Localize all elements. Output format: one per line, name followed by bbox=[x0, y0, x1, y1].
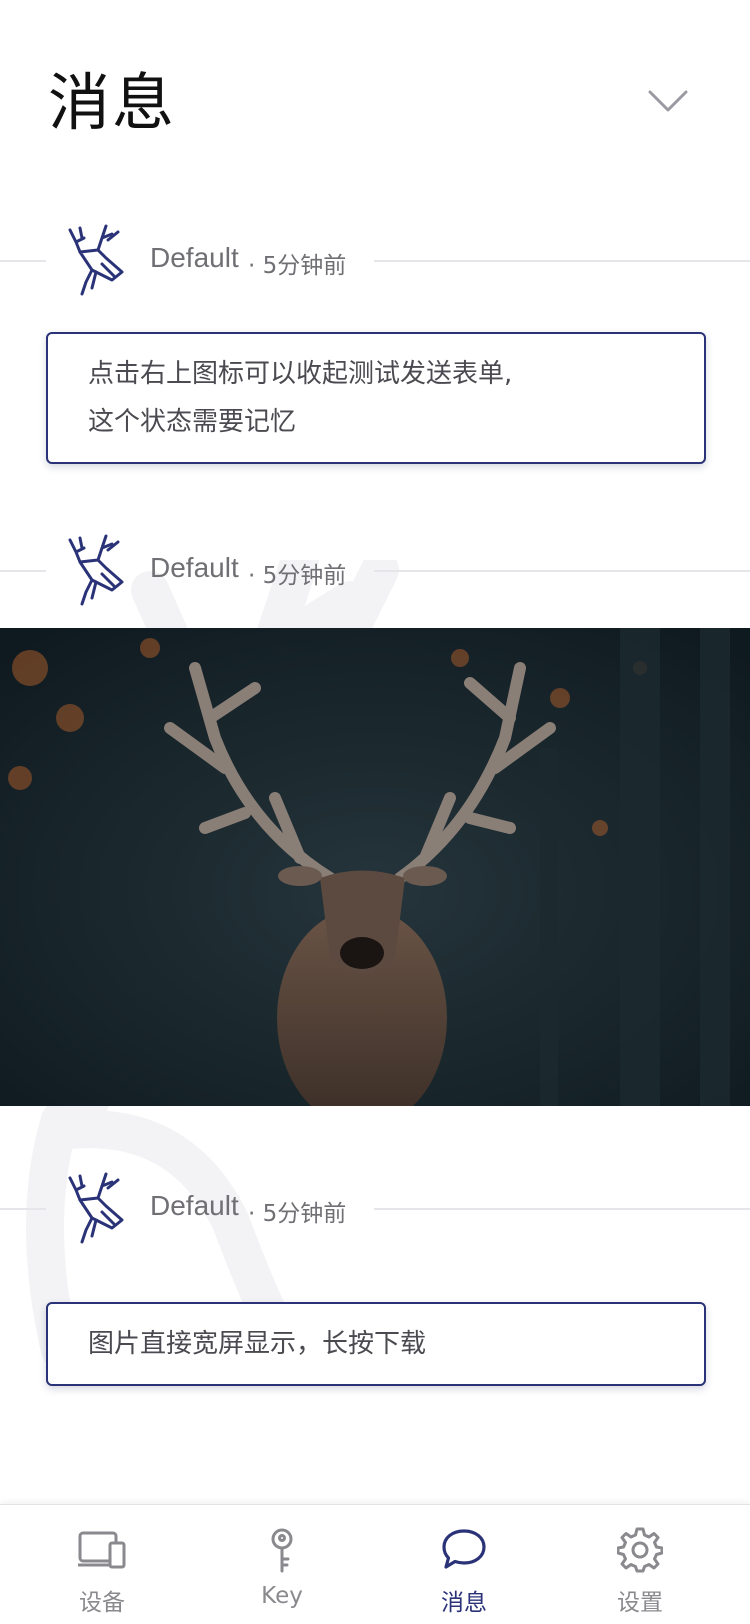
divider bbox=[374, 570, 750, 572]
divider bbox=[0, 1208, 46, 1210]
tab-label: 设备 bbox=[79, 1590, 125, 1616]
message-bubble[interactable]: 点击右上图标可以收起测试发送表单, 这个状态需要记忆 bbox=[46, 332, 706, 464]
divider bbox=[374, 1208, 750, 1210]
divider bbox=[0, 570, 46, 572]
header: 消息 bbox=[0, 0, 750, 170]
tab-label: Key bbox=[261, 1583, 303, 1609]
messages-screen: 消息 Default · 5分钟前 点击右上图标可以收起测试发送表单, 这个状态… bbox=[0, 0, 750, 1624]
deer-avatar-icon bbox=[68, 224, 124, 296]
sender-name: Default bbox=[150, 1190, 239, 1221]
gear-icon bbox=[617, 1527, 663, 1573]
collapse-form-button[interactable] bbox=[640, 80, 696, 120]
page-title: 消息 bbox=[48, 66, 177, 139]
message-image-deer[interactable] bbox=[0, 628, 750, 1106]
tab-label: 消息 bbox=[441, 1590, 487, 1616]
deer-avatar-icon bbox=[68, 1172, 124, 1244]
bottom-tab-bar: 设备 Key 消息 设置 bbox=[0, 1504, 750, 1624]
message-text-line: 图片直接宽屏显示，长按下载 bbox=[88, 1329, 427, 1359]
message-time: · 5分钟前 bbox=[248, 563, 347, 589]
chevron-down-icon bbox=[648, 90, 688, 112]
message-time: · 5分钟前 bbox=[248, 1201, 347, 1227]
message-text-line: 点击右上图标可以收起测试发送表单, bbox=[88, 359, 513, 389]
sender-name: Default bbox=[150, 242, 239, 273]
divider bbox=[374, 260, 750, 262]
message-meta: Default · 5分钟前 bbox=[0, 530, 750, 610]
message-bubble[interactable]: 图片直接宽屏显示，长按下载 bbox=[46, 1302, 706, 1386]
tab-settings[interactable]: 设置 bbox=[570, 1505, 710, 1624]
tab-devices[interactable]: 设备 bbox=[32, 1505, 172, 1624]
message-meta: Default · 5分钟前 bbox=[0, 1168, 750, 1248]
key-icon bbox=[271, 1528, 293, 1573]
device-icon bbox=[78, 1531, 126, 1569]
divider bbox=[0, 260, 46, 262]
tab-key[interactable]: Key bbox=[212, 1505, 352, 1624]
deer-avatar-icon bbox=[68, 534, 124, 606]
message-text-line: 这个状态需要记忆 bbox=[88, 407, 297, 437]
message-meta: Default · 5分钟前 bbox=[0, 220, 750, 300]
sender-name: Default bbox=[150, 552, 239, 583]
chat-bubble-icon bbox=[442, 1529, 486, 1569]
tab-label: 设置 bbox=[617, 1590, 663, 1616]
tab-messages[interactable]: 消息 bbox=[394, 1505, 534, 1624]
message-time: · 5分钟前 bbox=[248, 253, 347, 279]
deer-photo bbox=[0, 628, 750, 1106]
